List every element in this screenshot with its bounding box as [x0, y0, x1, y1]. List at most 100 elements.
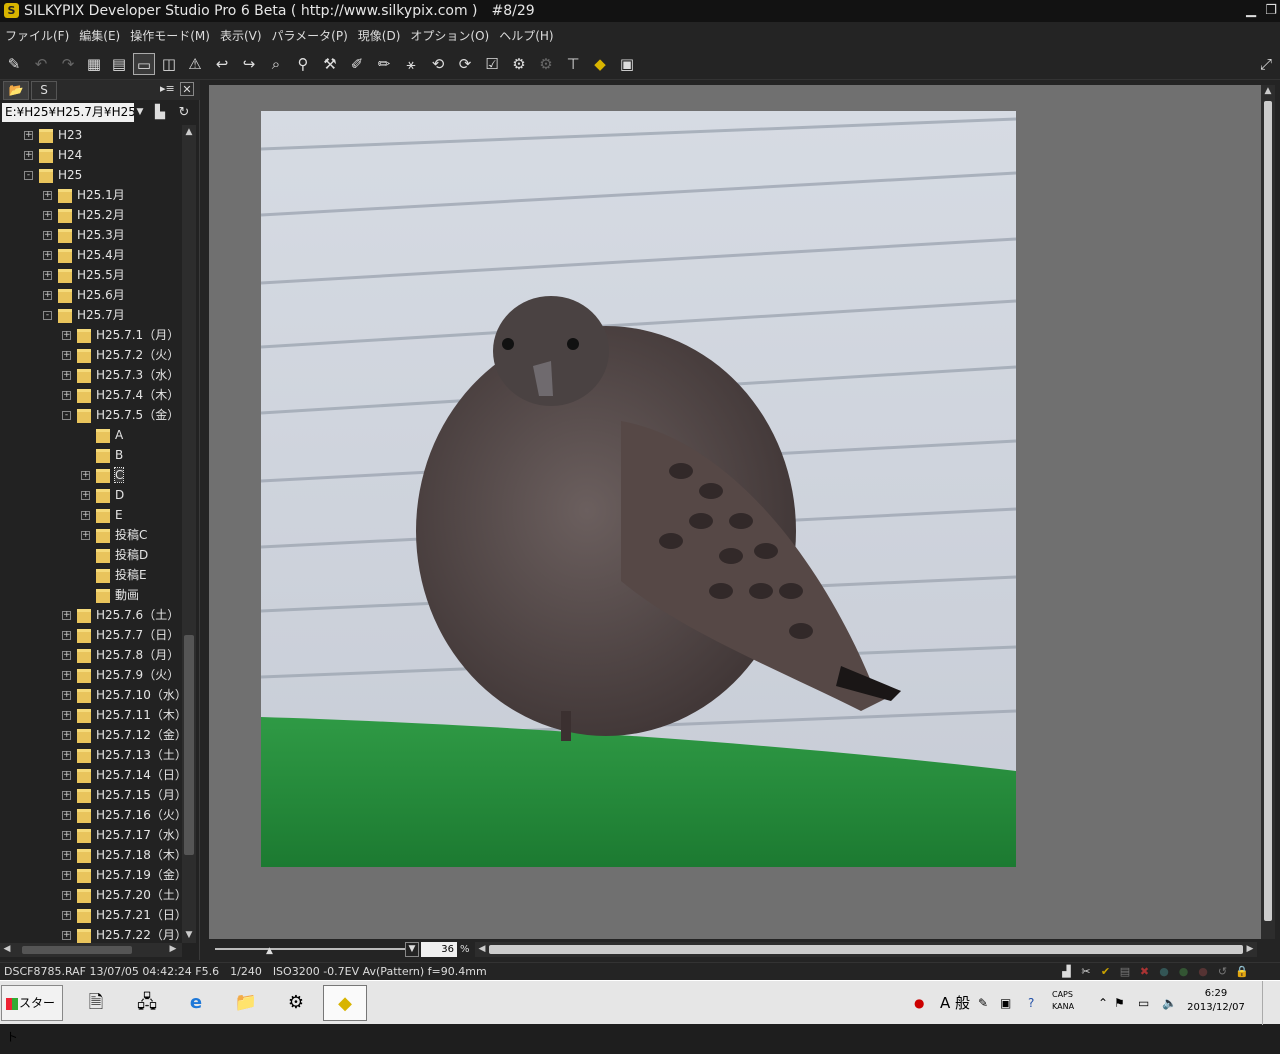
start-button[interactable]: スタート [1, 985, 63, 1044]
expand-icon[interactable]: + [62, 651, 71, 660]
help-icon[interactable]: ? [1028, 985, 1034, 1021]
expand-icon[interactable]: + [43, 191, 52, 200]
scroll-thumb[interactable] [22, 946, 132, 954]
taskbar-app-2-icon[interactable]: 🖧 [125, 985, 169, 1021]
tree-node[interactable]: + H25.7.10（水） [62, 685, 182, 705]
tree-node[interactable]: + H25.7.14（日） [62, 765, 182, 785]
path-dropdown-icon[interactable]: ▼ [134, 103, 146, 122]
lock-icon[interactable]: 🔒 [1234, 963, 1250, 980]
tree-node[interactable]: B [81, 445, 123, 465]
wand-icon[interactable]: ⚹ [400, 53, 422, 75]
dropper-icon[interactable]: ⚲ [292, 53, 314, 75]
tree-node[interactable]: + H25.7.17（水） [62, 825, 182, 845]
expand-icon[interactable]: + [43, 211, 52, 220]
pipette-icon[interactable]: ⚒ [319, 53, 341, 75]
expand-icon[interactable]: + [43, 291, 52, 300]
scroll-down-icon[interactable]: ▼ [184, 930, 194, 940]
zoom-dropdown-icon[interactable]: ▼ [405, 942, 419, 957]
expand-icon[interactable]: + [62, 811, 71, 820]
mark-green-icon[interactable]: ● [1176, 963, 1192, 980]
tree-node[interactable]: + C [81, 465, 125, 485]
show-desktop-button[interactable] [1262, 981, 1280, 1025]
expand-icon[interactable]: + [81, 491, 90, 500]
pen-icon[interactable]: ✏ [373, 53, 395, 75]
tray-expand-icon[interactable]: ⌃ [1098, 985, 1108, 1021]
tree-node[interactable]: + H25.7.9（火） [62, 665, 179, 685]
scroll-up-icon[interactable]: ▲ [1263, 86, 1273, 96]
expand-icon[interactable]: + [62, 771, 71, 780]
collapse-icon[interactable]: - [24, 171, 33, 180]
volume-icon[interactable]: 🔈 [1162, 985, 1177, 1021]
folder-tab-icon[interactable]: 📂 [3, 81, 29, 100]
filmstrip-view-icon[interactable]: ▤ [108, 53, 130, 75]
viewer-vertical-scrollbar[interactable]: ▲ [1261, 85, 1275, 939]
scissors-icon[interactable]: ✂ [1078, 963, 1094, 980]
layers-icon[interactable]: ▤ [1117, 963, 1133, 980]
expand-icon[interactable]: + [62, 611, 71, 620]
tree-node[interactable]: + H25.7.19（金） [62, 865, 182, 885]
redo-icon[interactable]: ↷ [57, 53, 79, 75]
tree-node[interactable]: + H23 [24, 125, 82, 145]
hammer-icon[interactable]: ⊤ [562, 53, 584, 75]
expand-icon[interactable]: + [62, 831, 71, 840]
expand-icon[interactable]: + [62, 371, 71, 380]
ime-tool-icon[interactable]: ✎ [978, 985, 988, 1021]
tree-node[interactable]: + H25.5月 [43, 265, 125, 285]
internet-explorer-icon[interactable]: e [174, 985, 218, 1021]
expand-icon[interactable]: + [62, 631, 71, 640]
tree-node[interactable]: A [81, 425, 123, 445]
menu-file[interactable]: ファイル(F) [0, 24, 74, 48]
ime-mode[interactable]: A 般 [940, 985, 970, 1021]
expand-icon[interactable]: + [62, 911, 71, 920]
taskbar-app-5-icon[interactable]: ⚙ [274, 985, 318, 1021]
zoom-input[interactable]: 36 [421, 942, 457, 957]
prev-image-icon[interactable]: ↩ [211, 53, 233, 75]
zoom-slider[interactable] [215, 948, 405, 950]
expand-icon[interactable]: + [62, 351, 71, 360]
expand-icon[interactable]: + [62, 671, 71, 680]
mark-blue-icon[interactable]: ● [1156, 963, 1172, 980]
folder-up-icon[interactable]: ▙ [152, 103, 168, 122]
restore-icon[interactable]: ❐ [1262, 1, 1280, 21]
viewer-horizontal-scrollbar[interactable]: ◀ ▶ [475, 942, 1257, 957]
expand-icon[interactable]: + [62, 391, 71, 400]
single-view-icon[interactable]: ▭ [133, 53, 155, 75]
collapse-icon[interactable]: - [43, 311, 52, 320]
tree-node[interactable]: 投稿D [81, 545, 148, 565]
tree-node[interactable]: + H25.7.11（木） [62, 705, 182, 725]
tree-node[interactable]: + H25.7.7（日） [62, 625, 179, 645]
tree-node[interactable]: - H25.7月 [43, 305, 125, 325]
develop-icon[interactable]: ⚙ [508, 53, 530, 75]
scroll-right-icon[interactable]: ▶ [1245, 944, 1255, 954]
menu-view[interactable]: 表示(V) [215, 24, 267, 48]
tree-node[interactable]: 動画 [81, 585, 139, 605]
undo-icon[interactable]: ↶ [30, 53, 52, 75]
expand-icon[interactable]: + [62, 871, 71, 880]
scroll-thumb[interactable] [489, 945, 1243, 954]
tree-node[interactable]: + H25.1月 [43, 185, 125, 205]
clock[interactable]: 6:29 2013/12/07 [1186, 987, 1246, 1015]
tree-node[interactable]: + H25.7.6（土） [62, 605, 179, 625]
next-image-icon[interactable]: ↪ [238, 53, 260, 75]
tree-node[interactable]: + H24 [24, 145, 82, 165]
tree-node[interactable]: + H25.3月 [43, 225, 125, 245]
batch-develop-icon[interactable]: ⚙ [535, 53, 557, 75]
tree-node[interactable]: + D [81, 485, 124, 505]
tree-node[interactable]: + H25.7.21（日） [62, 905, 182, 925]
collapse-icon[interactable]: - [62, 411, 71, 420]
tree-node[interactable]: + H25.7.16（火） [62, 805, 182, 825]
ime-dict-icon[interactable]: ▣ [1000, 985, 1011, 1021]
tree-node[interactable]: + 投稿C [81, 525, 147, 545]
tree-node[interactable]: - H25.7.5（金） [62, 405, 179, 425]
folder-path-field[interactable]: E:¥H25¥H25.7月¥H25 [2, 103, 134, 122]
eraser-icon[interactable]: ✎ [3, 53, 25, 75]
zoom-slider-handle[interactable]: ▲ [266, 946, 274, 956]
silkypix-app-icon[interactable]: S [4, 3, 19, 18]
tree-node[interactable]: + H25.7.4（木） [62, 385, 179, 405]
tree-node[interactable]: - H25 [24, 165, 82, 185]
expand-icon[interactable]: + [62, 691, 71, 700]
scroll-left-icon[interactable]: ◀ [477, 944, 487, 954]
scroll-up-icon[interactable]: ▲ [184, 127, 194, 137]
tree-node[interactable]: + E [81, 505, 123, 525]
expand-icon[interactable]: + [81, 531, 90, 540]
